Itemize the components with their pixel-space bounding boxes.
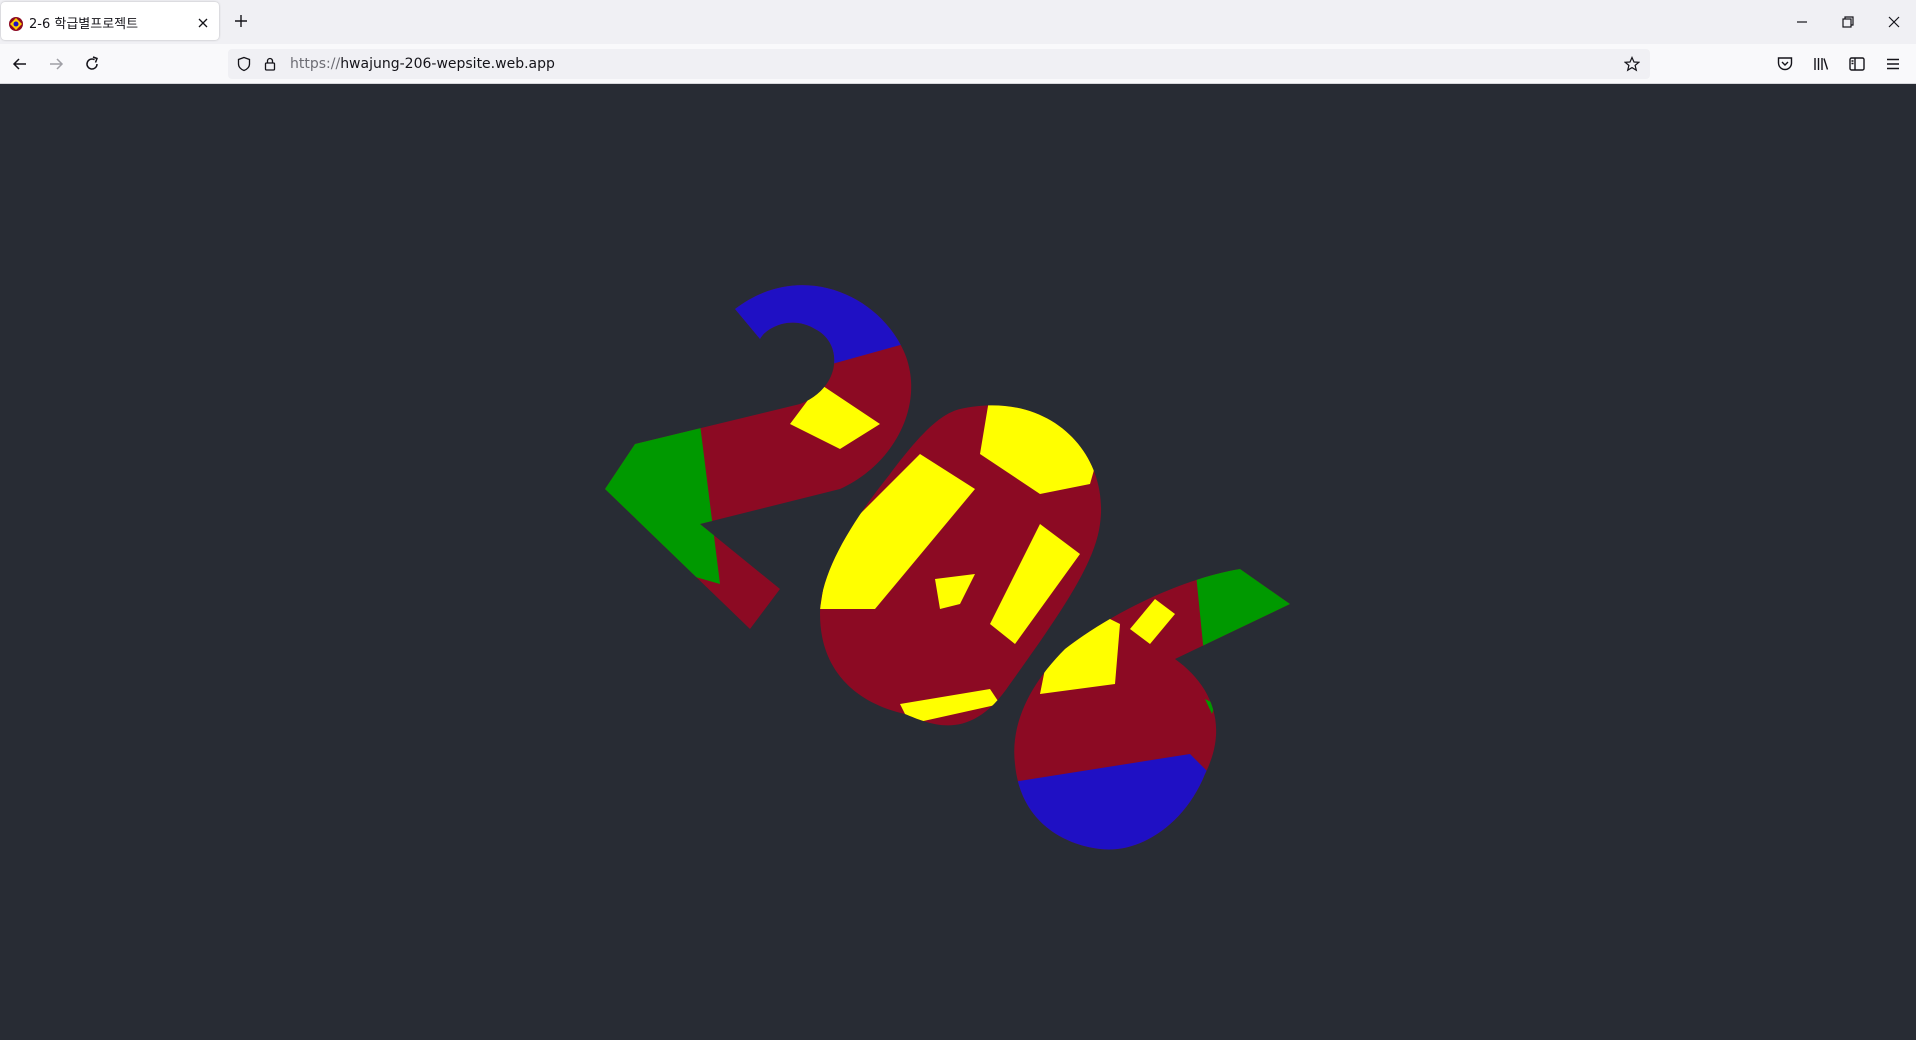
close-window-icon[interactable] [1884,12,1904,32]
react-logo-icon [9,17,23,31]
url-text[interactable]: https://hwajung-206-wepsite.web.app [290,56,555,72]
sidebar-icon[interactable] [1847,54,1867,74]
close-tab-icon[interactable] [195,15,211,31]
url-host: hwajung-206-wepsite.web.app [340,56,555,72]
bookmark-star-icon[interactable] [1624,56,1640,72]
tab-bar: 2-6 학급별프로젝트 [0,0,1916,44]
menu-hamburger-icon[interactable] [1883,54,1903,74]
tab-title: 2-6 학급별프로젝트 [29,17,139,32]
forward-arrow-icon[interactable] [46,54,66,74]
page-content [0,84,1916,1040]
minimize-window-icon[interactable] [1792,12,1812,32]
navigation-toolbar: https://hwajung-206-wepsite.web.app [0,44,1916,84]
reload-icon[interactable] [82,54,102,74]
new-tab-icon[interactable] [232,12,250,30]
browser-tab-active[interactable]: 2-6 학급별프로젝트 [1,2,219,40]
logo-206 [605,285,1290,850]
browser-chrome: 2-6 학급별프로젝트 https://hwajung-206-wepsite.… [0,0,1916,84]
url-scheme: https:// [290,56,341,72]
address-bar[interactable]: https://hwajung-206-wepsite.web.app [228,49,1650,79]
lock-icon[interactable] [262,56,278,72]
library-icon[interactable] [1811,54,1831,74]
pocket-icon[interactable] [1775,54,1795,74]
restore-window-icon[interactable] [1838,12,1858,32]
back-arrow-icon[interactable] [10,54,30,74]
tracking-protection-shield-icon[interactable] [236,56,252,72]
